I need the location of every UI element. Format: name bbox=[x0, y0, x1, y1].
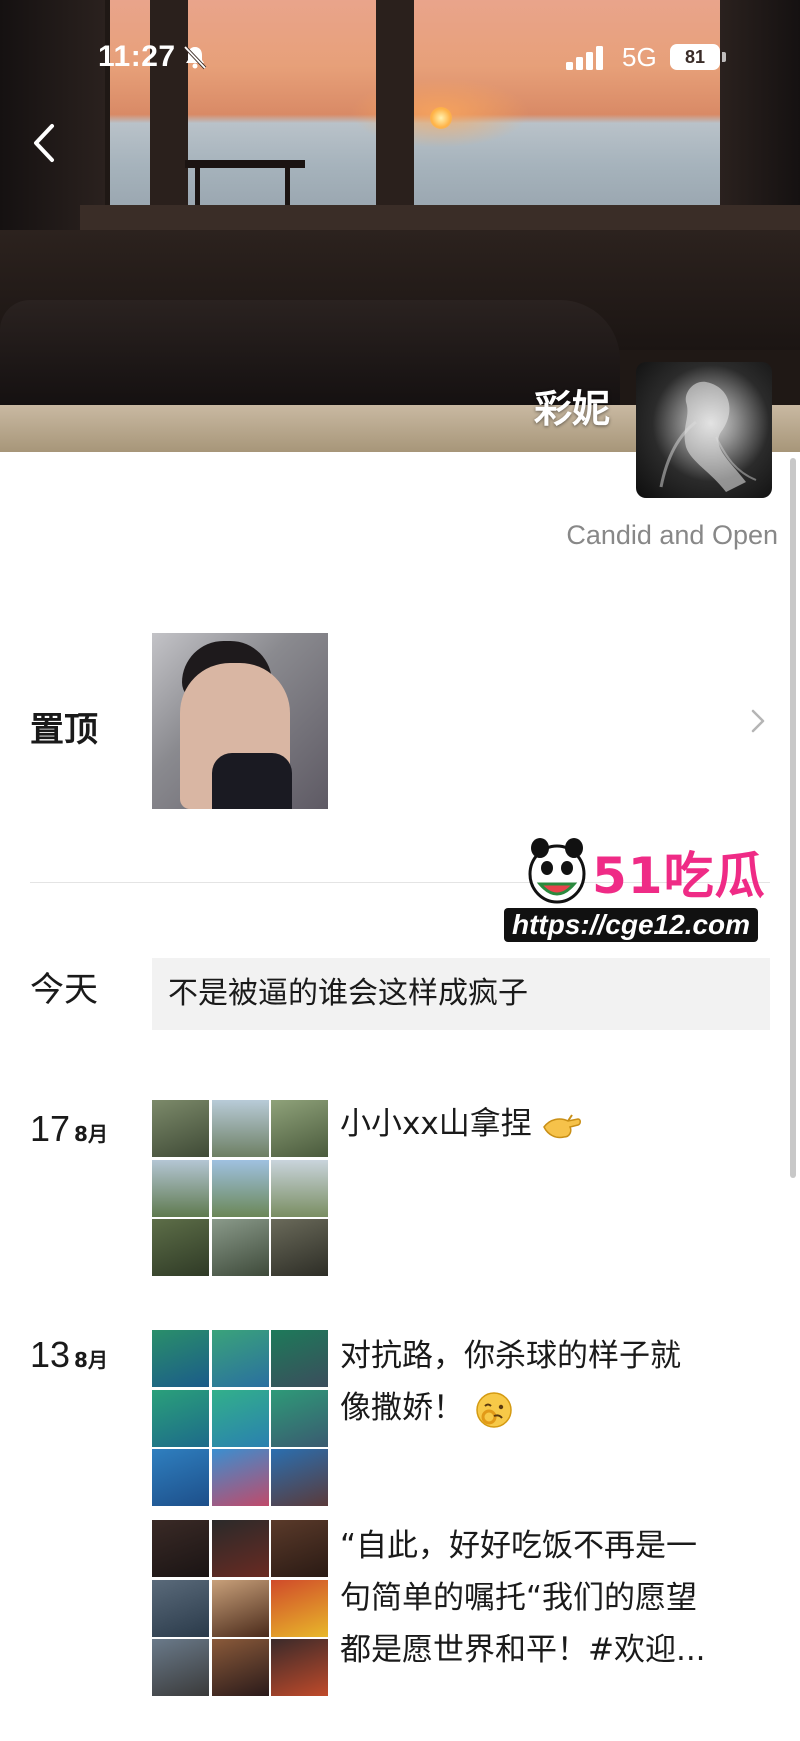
pinned-label: 置顶 bbox=[30, 710, 98, 750]
back-button[interactable] bbox=[24, 118, 64, 168]
grid-photo[interactable] bbox=[152, 1520, 209, 1577]
grid-photo[interactable] bbox=[211, 1579, 269, 1637]
today-label: 今天 bbox=[30, 970, 98, 1010]
post-caption-line: 都是愿世界和平！#欢迎... bbox=[340, 1632, 706, 1668]
status-bar: 11:27 5G 81 bbox=[0, 0, 800, 120]
profile-name: 彩妮 bbox=[533, 387, 610, 431]
grid-photo[interactable] bbox=[211, 1639, 269, 1696]
grid-photo[interactable] bbox=[271, 1579, 328, 1637]
grid-photo[interactable] bbox=[152, 1219, 209, 1276]
grid-photo[interactable] bbox=[271, 1639, 328, 1696]
grid-photo[interactable] bbox=[152, 1389, 209, 1447]
post-caption-line: 对抗路，你杀球的样子就 bbox=[340, 1338, 681, 1374]
post-caption[interactable]: 小小xx山拿捏 bbox=[340, 1098, 582, 1150]
grid-photo[interactable] bbox=[271, 1520, 328, 1577]
grid-photo[interactable] bbox=[271, 1449, 328, 1506]
battery-tip bbox=[722, 52, 726, 62]
grid-photo[interactable] bbox=[211, 1389, 269, 1447]
post-caption-text: 像撒娇！ bbox=[340, 1390, 464, 1426]
photo-grid[interactable] bbox=[152, 1330, 328, 1506]
grid-photo[interactable] bbox=[271, 1330, 328, 1387]
network-type: 5G bbox=[622, 42, 657, 72]
grid-photo[interactable] bbox=[152, 1449, 209, 1506]
post-caption-line: “自此，好好吃饭不再是一 bbox=[340, 1528, 698, 1564]
grid-photo[interactable] bbox=[152, 1330, 209, 1387]
chevron-right-icon[interactable] bbox=[748, 706, 768, 736]
grid-photo[interactable] bbox=[211, 1520, 269, 1577]
scrollbar[interactable] bbox=[790, 458, 796, 1178]
date-day: 13 bbox=[30, 1334, 71, 1375]
post-caption[interactable]: “自此，好好吃饭不再是一 句简单的嘱托“我们的愿望 都是愿世界和平！#欢迎... bbox=[340, 1520, 706, 1676]
grid-photo[interactable] bbox=[271, 1219, 328, 1276]
date-month: 8月 bbox=[74, 1348, 108, 1372]
pinching-hand-emoji-icon bbox=[542, 1113, 581, 1138]
grid-photo[interactable] bbox=[152, 1579, 209, 1637]
post-caption-line: 句简单的嘱托“我们的愿望 bbox=[340, 1580, 698, 1616]
photo-grid[interactable] bbox=[152, 1100, 328, 1276]
grid-photo[interactable] bbox=[271, 1100, 328, 1157]
status-time: 11:27 bbox=[98, 40, 176, 73]
grid-photo[interactable] bbox=[211, 1449, 269, 1506]
grid-photo[interactable] bbox=[211, 1159, 269, 1217]
post-caption-text: 小小xx山拿捏 bbox=[340, 1106, 532, 1142]
watermark-logo: 51吃瓜 全网首发 https://cge12.com bbox=[500, 834, 800, 946]
date-label: 17 8月 bbox=[30, 1108, 108, 1150]
grid-photo[interactable] bbox=[211, 1100, 269, 1157]
post-caption-line: 像撒娇！ bbox=[340, 1382, 681, 1434]
bell-muted-icon bbox=[183, 45, 207, 70]
grid-photo[interactable] bbox=[211, 1330, 269, 1387]
avatar[interactable] bbox=[636, 362, 772, 498]
date-month: 8月 bbox=[74, 1122, 108, 1146]
grid-photo[interactable] bbox=[271, 1389, 328, 1447]
battery-icon: 81 bbox=[670, 44, 720, 70]
watermark-mascot-icon bbox=[528, 838, 586, 904]
date-day: 17 bbox=[30, 1108, 71, 1149]
watermark-brand: 51吃瓜 bbox=[592, 847, 766, 905]
cover-sofa bbox=[0, 300, 620, 410]
avatar-image bbox=[659, 381, 757, 492]
photo-grid[interactable] bbox=[152, 1520, 328, 1696]
thumb-clothing bbox=[212, 753, 292, 809]
post-caption[interactable]: 对抗路，你杀球的样子就 像撒娇！ bbox=[340, 1330, 681, 1434]
grid-photo[interactable] bbox=[152, 1100, 209, 1157]
signal-icon bbox=[566, 46, 603, 70]
grid-photo[interactable] bbox=[152, 1639, 209, 1696]
today-text-post[interactable]: 不是被逼的谁会这样成疯子 bbox=[152, 958, 770, 1030]
grid-photo[interactable] bbox=[152, 1159, 209, 1217]
profile-signature: Candid and Open bbox=[566, 520, 778, 550]
grid-photo[interactable] bbox=[211, 1219, 269, 1276]
grid-photo[interactable] bbox=[271, 1159, 328, 1217]
battery-level: 81 bbox=[684, 47, 706, 67]
ok-hand-face-emoji-icon bbox=[476, 1391, 512, 1428]
watermark-url: https://cge12.com bbox=[504, 908, 759, 942]
pinned-post-thumbnail[interactable] bbox=[152, 633, 328, 809]
date-label: 13 8月 bbox=[30, 1334, 108, 1376]
